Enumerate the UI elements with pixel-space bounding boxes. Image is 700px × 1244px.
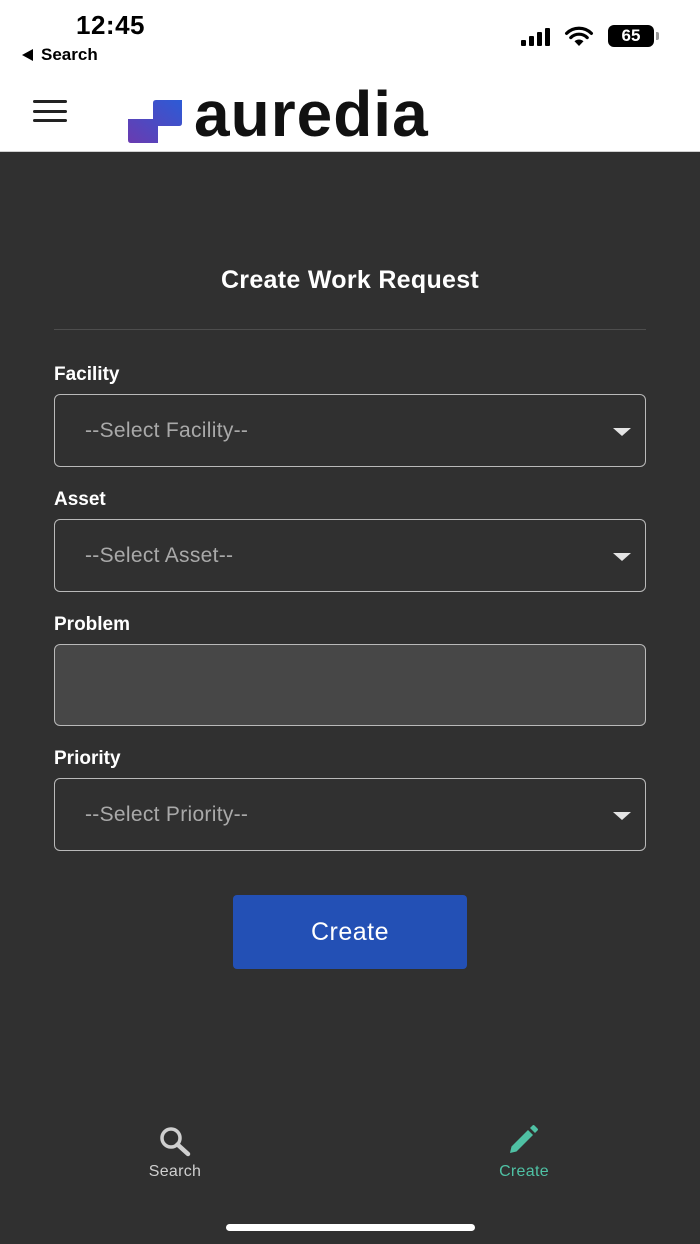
nav-search[interactable]: Search xyxy=(105,1125,245,1181)
status-time: 12:45 xyxy=(76,10,145,40)
priority-select-value: --Select Priority-- xyxy=(85,802,249,826)
facility-select-value: --Select Facility-- xyxy=(85,418,249,442)
back-arrow-icon xyxy=(22,49,33,61)
page-title: Create Work Request xyxy=(220,266,480,294)
back-label: Search xyxy=(41,45,98,64)
facility-label: Facility xyxy=(54,364,120,385)
priority-select[interactable]: --Select Priority-- xyxy=(54,778,646,851)
top-bar: 12:45 Search 65 auredia xyxy=(0,0,700,152)
asset-select-value: --Select Asset-- xyxy=(85,543,234,567)
battery-icon: 65 xyxy=(608,25,659,47)
logo-mark-icon xyxy=(128,100,182,143)
auredia-logo: auredia xyxy=(128,82,429,146)
asset-label: Asset xyxy=(54,489,106,510)
nav-create[interactable]: Create xyxy=(454,1125,594,1181)
wifi-icon xyxy=(565,26,593,46)
create-button[interactable]: Create xyxy=(233,895,467,969)
hamburger-menu-button[interactable] xyxy=(33,100,67,122)
pencil-icon xyxy=(510,1125,538,1153)
problem-label: Problem xyxy=(54,614,131,635)
problem-input[interactable] xyxy=(54,644,646,726)
cellular-signal-icon xyxy=(521,26,550,46)
search-icon xyxy=(160,1127,191,1157)
priority-label: Priority xyxy=(54,748,121,769)
nav-search-label: Search xyxy=(148,1163,202,1180)
home-indicator xyxy=(226,1224,475,1231)
caret-down-icon xyxy=(613,428,631,436)
logo-text: auredia xyxy=(194,78,429,150)
caret-down-icon xyxy=(613,553,631,561)
nav-create-label: Create xyxy=(499,1163,549,1180)
asset-select[interactable]: --Select Asset-- xyxy=(54,519,646,592)
status-icons: 65 xyxy=(521,25,659,47)
caret-down-icon xyxy=(613,812,631,820)
title-divider xyxy=(54,329,646,330)
facility-select[interactable]: --Select Facility-- xyxy=(54,394,646,467)
back-to-search-link[interactable]: Search xyxy=(22,45,98,65)
